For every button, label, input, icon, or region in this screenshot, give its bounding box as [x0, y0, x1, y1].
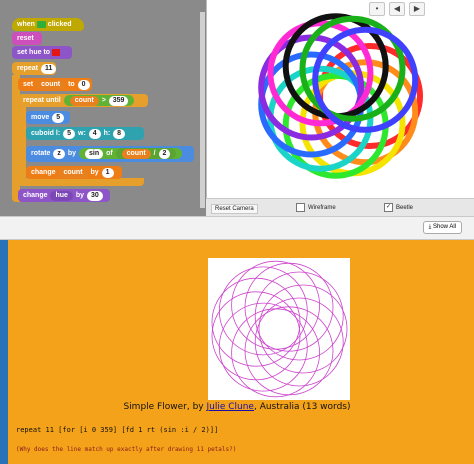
change-by-label: by: [90, 169, 99, 176]
beetle-toggle[interactable]: ✓ Beetle: [384, 203, 413, 212]
logo-code-line: repeat 11 [for [i 0 359] [fd 1 rt (sin :…: [16, 426, 219, 434]
window-divider-bar: ⤓ Show All: [0, 216, 474, 240]
rotate-label: rotate: [31, 150, 51, 157]
flower-drawing-panel: [208, 258, 350, 400]
set-count-input[interactable]: 0: [77, 80, 90, 90]
beetleblocks-window: when clicked reset set hue to repeat 11 …: [0, 0, 474, 217]
of-label: of: [106, 150, 113, 157]
stage-toolbar: Reset Camera Wireframe ✓ Beetle: [206, 198, 474, 217]
reset-block[interactable]: reset: [12, 32, 42, 45]
until-value-input[interactable]: 359: [108, 96, 129, 106]
divide-input[interactable]: 2: [158, 149, 171, 159]
change-hue-label: change: [23, 192, 48, 199]
change-count-block[interactable]: change count by 1: [26, 166, 122, 179]
colored-ring-flower: [258, 13, 423, 179]
when-label: when: [17, 21, 35, 28]
divide-operator[interactable]: count / 2: [115, 148, 177, 159]
move-label: move: [31, 114, 50, 121]
left-edge-strip: [0, 240, 8, 464]
greater-than-symbol: >: [101, 97, 106, 104]
when-flag-clicked-block[interactable]: when clicked: [12, 18, 84, 31]
repeat-count-input[interactable]: 11: [40, 64, 57, 74]
author-link[interactable]: Julie Clune: [206, 402, 254, 412]
cuboid-h-label: h:: [103, 130, 111, 137]
cuboid-l-label: l:: [55, 130, 61, 137]
change-label: change: [31, 169, 56, 176]
hue-dropdown[interactable]: hue: [50, 191, 73, 201]
greater-than-operator[interactable]: count > 359: [63, 95, 135, 106]
green-flag-icon: [36, 20, 46, 28]
scripts-scrollbar[interactable]: [200, 12, 205, 208]
count-variable[interactable]: count: [36, 80, 66, 90]
repeat-until-arm: [18, 107, 26, 179]
set-count-block[interactable]: set count to 0: [18, 78, 92, 91]
caption-suffix: , Australia (13 words): [253, 402, 351, 412]
question-text: (Why does the line match up exactly afte…: [16, 446, 237, 453]
beetle-label: Beetle: [396, 204, 414, 211]
divide-symbol: /: [153, 150, 156, 157]
cuboid-label: cuboid: [31, 130, 54, 137]
move-input[interactable]: 5: [52, 113, 65, 123]
cuboid-w-label: w:: [78, 130, 86, 137]
cuboid-w-input[interactable]: 4: [88, 129, 101, 139]
reset-camera-button[interactable]: Reset Camera: [211, 204, 258, 214]
cuboid-l-input[interactable]: 5: [63, 129, 76, 139]
set-label: set: [23, 81, 34, 88]
rotate-axis-dropdown[interactable]: z: [53, 149, 65, 159]
change-count-input[interactable]: 1: [101, 168, 114, 178]
flower-petals: [211, 260, 348, 398]
color-swatch-icon[interactable]: [52, 48, 61, 56]
repeat-block[interactable]: repeat 11: [12, 62, 57, 75]
set-hue-label: set hue to: [17, 49, 51, 56]
change-hue-input[interactable]: 30: [87, 191, 103, 201]
scripting-area[interactable]: when clicked reset set hue to repeat 11 …: [0, 0, 206, 216]
repeat-until-foot: [18, 178, 144, 186]
reset-label: reset: [17, 35, 34, 42]
simple-flower-drawing: [211, 260, 348, 398]
rotate-count-variable[interactable]: count: [121, 149, 151, 159]
sin-dropdown[interactable]: sin: [84, 149, 104, 159]
caption-prefix: Simple Flower, by: [123, 402, 207, 412]
until-count-variable[interactable]: count: [69, 96, 99, 106]
show-all-button[interactable]: ⤓ Show All: [422, 221, 462, 234]
clicked-label: clicked: [47, 21, 72, 28]
change-hue-block[interactable]: change hue by 30: [18, 189, 110, 202]
sin-function-reporter[interactable]: sin of count / 2: [78, 148, 183, 159]
repeat-until-block[interactable]: repeat until count > 359: [18, 94, 148, 107]
change-count-variable[interactable]: count: [58, 168, 88, 178]
wireframe-label: Wireframe: [308, 204, 336, 211]
flower-caption: Simple Flower, by Julie Clune, Australia…: [0, 402, 474, 412]
move-block[interactable]: move 5: [26, 111, 70, 124]
cuboid-h-input[interactable]: 8: [113, 129, 126, 139]
to-label: to: [68, 81, 75, 88]
wireframe-toggle[interactable]: Wireframe: [296, 203, 336, 212]
rotate-by-label: by: [67, 150, 77, 157]
cuboid-block[interactable]: cuboid l: 5 w: 4 h: 8: [26, 127, 144, 140]
change-hue-by-label: by: [75, 192, 85, 199]
logo-examples-page: Simple Flower, by Julie Clune, Australia…: [0, 240, 474, 464]
beetle-checkbox[interactable]: ✓: [384, 203, 393, 212]
repeat-until-label: repeat until: [23, 97, 61, 104]
rotate-block[interactable]: rotate z by sin of count / 2: [26, 146, 194, 162]
beetle-3d-rendering[interactable]: [210, 0, 470, 196]
show-all-label: Show All: [432, 224, 456, 230]
repeat-label: repeat: [17, 65, 39, 72]
wireframe-checkbox[interactable]: [296, 203, 305, 212]
set-hue-block[interactable]: set hue to: [12, 46, 72, 59]
